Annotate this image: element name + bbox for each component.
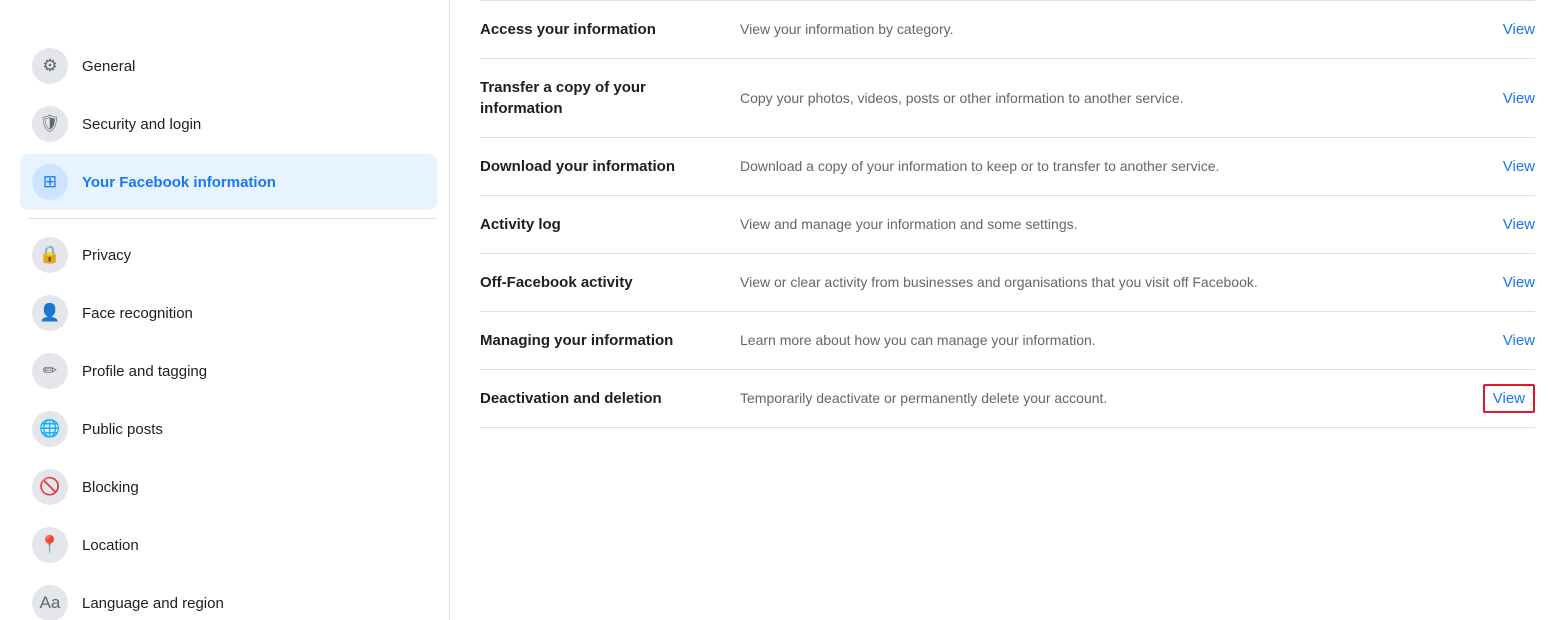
settings-row-deactivation: Deactivation and deletion Temporarily de… [480, 370, 1535, 428]
sidebar-icon-general: ⚙ [32, 48, 68, 84]
sidebar: ⚙ General 🛡 Security and login ⊞ Your Fa… [0, 0, 450, 620]
settings-row-access-info: Access your information View your inform… [480, 0, 1535, 59]
sidebar-label-location: Location [82, 537, 139, 554]
row-desc-access-info: View your information by category. [720, 19, 1475, 40]
sidebar-icon-language: Aa [32, 585, 68, 620]
view-link-download-info[interactable]: View [1503, 158, 1535, 175]
sidebar-item-public-posts[interactable]: 🌐 Public posts [20, 401, 437, 457]
row-desc-managing-info: Learn more about how you can manage your… [720, 330, 1475, 351]
row-action-download-info: View [1475, 158, 1535, 175]
settings-row-off-facebook: Off-Facebook activity View or clear acti… [480, 254, 1535, 312]
row-desc-download-info: Download a copy of your information to k… [720, 156, 1475, 177]
view-link-activity-log[interactable]: View [1503, 216, 1535, 233]
view-link-transfer-copy[interactable]: View [1503, 90, 1535, 107]
sidebar-label-profile-tagging: Profile and tagging [82, 363, 207, 380]
sidebar-label-privacy: Privacy [82, 247, 131, 264]
sidebar-label-general: General [82, 58, 135, 75]
row-desc-deactivation: Temporarily deactivate or permanently de… [720, 388, 1475, 409]
sidebar-item-facebook-info[interactable]: ⊞ Your Facebook information [20, 154, 437, 210]
sidebar-icon-public-posts: 🌐 [32, 411, 68, 447]
sidebar-item-privacy[interactable]: 🔒 Privacy [20, 227, 437, 283]
settings-row-managing-info: Managing your information Learn more abo… [480, 312, 1535, 370]
sidebar-item-blocking[interactable]: 🚫 Blocking [20, 459, 437, 515]
row-title-activity-log: Activity log [480, 214, 720, 235]
view-link-off-facebook[interactable]: View [1503, 274, 1535, 291]
row-desc-transfer-copy: Copy your photos, videos, posts or other… [720, 88, 1475, 109]
row-desc-off-facebook: View or clear activity from businesses a… [720, 272, 1475, 293]
row-title-transfer-copy: Transfer a copy of your information [480, 77, 720, 119]
settings-row-download-info: Download your information Download a cop… [480, 138, 1535, 196]
sidebar-item-language[interactable]: Aa Language and region [20, 575, 437, 620]
sidebar-icon-blocking: 🚫 [32, 469, 68, 505]
row-title-managing-info: Managing your information [480, 330, 720, 351]
settings-row-transfer-copy: Transfer a copy of your information Copy… [480, 59, 1535, 138]
sidebar-label-blocking: Blocking [82, 479, 139, 496]
sidebar-icon-profile-tagging: ✏ [32, 353, 68, 389]
row-action-off-facebook: View [1475, 274, 1535, 291]
settings-row-activity-log: Activity log View and manage your inform… [480, 196, 1535, 254]
row-action-access-info: View [1475, 21, 1535, 38]
sidebar-item-general[interactable]: ⚙ General [20, 38, 437, 94]
view-link-access-info[interactable]: View [1503, 21, 1535, 38]
row-action-transfer-copy: View [1475, 90, 1535, 107]
view-link-managing-info[interactable]: View [1503, 332, 1535, 349]
sidebar-label-language: Language and region [82, 595, 224, 612]
row-title-off-facebook: Off-Facebook activity [480, 272, 720, 293]
row-title-access-info: Access your information [480, 19, 720, 40]
row-desc-activity-log: View and manage your information and som… [720, 214, 1475, 235]
row-action-activity-log: View [1475, 216, 1535, 233]
sidebar-label-facebook-info: Your Facebook information [82, 174, 276, 191]
view-link-deactivation[interactable]: View [1483, 384, 1535, 413]
sidebar-icon-privacy: 🔒 [32, 237, 68, 273]
sidebar-item-security[interactable]: 🛡 Security and login [20, 96, 437, 152]
sidebar-label-public-posts: Public posts [82, 421, 163, 438]
sidebar-icon-face-recognition: 👤 [32, 295, 68, 331]
row-title-download-info: Download your information [480, 156, 720, 177]
sidebar-label-face-recognition: Face recognition [82, 305, 193, 322]
sidebar-icon-location: 📍 [32, 527, 68, 563]
row-title-deactivation: Deactivation and deletion [480, 388, 720, 409]
sidebar-item-face-recognition[interactable]: 👤 Face recognition [20, 285, 437, 341]
sidebar-item-location[interactable]: 📍 Location [20, 517, 437, 573]
sidebar-label-security: Security and login [82, 116, 201, 133]
row-action-managing-info: View [1475, 332, 1535, 349]
sidebar-item-profile-tagging[interactable]: ✏ Profile and tagging [20, 343, 437, 399]
main-content: Access your information View your inform… [450, 0, 1565, 620]
sidebar-icon-facebook-info: ⊞ [32, 164, 68, 200]
row-action-deactivation: View [1475, 390, 1535, 407]
sidebar-icon-security: 🛡 [32, 106, 68, 142]
